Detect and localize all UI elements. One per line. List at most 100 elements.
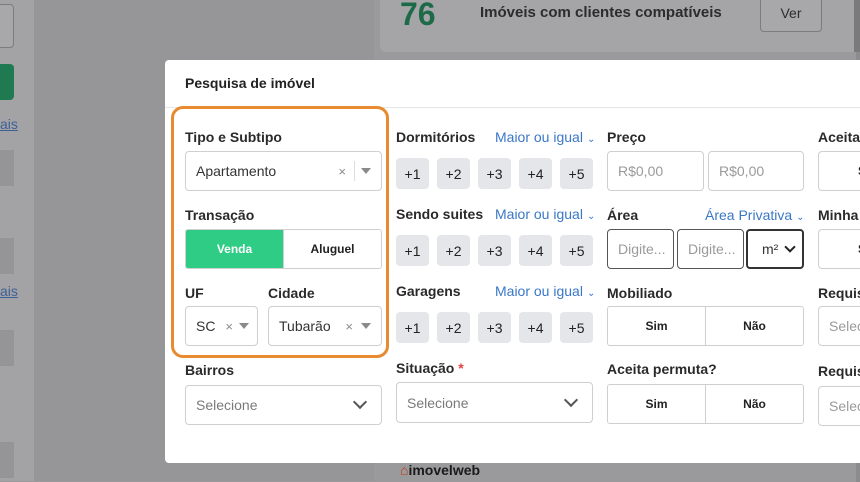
dormitorios-chip-1[interactable]: +1 xyxy=(396,158,429,189)
chevron-down-icon[interactable] xyxy=(563,392,579,407)
suites-chip-5[interactable]: +5 xyxy=(560,235,593,266)
col4-requisito2-label: Requis xyxy=(818,363,860,379)
dormitorios-comparator-text: Maior ou igual xyxy=(495,129,583,145)
dropdown-triangle-icon[interactable] xyxy=(361,168,371,174)
mobiliado-label: Mobiliado xyxy=(607,285,673,301)
background-button-fragment xyxy=(0,64,14,100)
transacao-toggle: Venda Aluguel xyxy=(185,229,382,269)
mobiliado-toggle: Sim Não xyxy=(607,306,804,346)
property-search-modal: Pesquisa de imóvel Tipo e Subtipo Aparta… xyxy=(165,60,860,463)
cidade-label: Cidade xyxy=(268,285,315,301)
ver-button: Ver xyxy=(760,0,822,32)
clear-x-icon[interactable]: × xyxy=(338,164,346,179)
modal-title: Pesquisa de imóvel xyxy=(185,75,315,91)
dropdown-triangle-icon[interactable] xyxy=(361,323,371,329)
garagens-label: Garagens xyxy=(396,283,461,299)
dormitorios-chip-2[interactable]: +2 xyxy=(437,158,470,189)
imovelweb-logo: ⌂imovelweb xyxy=(400,462,480,478)
area-unit-value: m² xyxy=(762,241,779,257)
garagens-chip-3[interactable]: +3 xyxy=(478,312,511,343)
area-type-text: Área Privativa xyxy=(705,207,793,223)
col4-minha-label: Minha c xyxy=(818,207,860,223)
dormitorios-comparator[interactable]: Maior ou igual ⌄ xyxy=(495,129,595,145)
suites-chip-1[interactable]: +1 xyxy=(396,235,429,266)
area-unit-select[interactable]: m² xyxy=(746,229,804,269)
background-row-fragment xyxy=(0,238,14,274)
preco-label: Preço xyxy=(607,129,646,145)
caret-down-icon: ⌄ xyxy=(586,134,596,145)
situacao-select[interactable]: Selecione xyxy=(396,382,593,423)
preco-max-input[interactable]: R$0,00 xyxy=(708,151,804,191)
col4-requisito-label: Requis xyxy=(818,285,860,301)
select-separator xyxy=(354,161,355,181)
dormitorios-label: Dormitórios xyxy=(396,129,476,145)
background-row-fragment xyxy=(0,442,14,478)
background-left-column: ais ais xyxy=(0,0,34,481)
garagens-chip-4[interactable]: +4 xyxy=(519,312,552,343)
caret-down-icon: ⌄ xyxy=(796,212,805,223)
background-row-fragment xyxy=(0,150,14,186)
bairros-placeholder: Selecione xyxy=(196,397,258,413)
dropdown-triangle-icon[interactable] xyxy=(239,323,249,329)
clear-x-icon[interactable]: × xyxy=(345,319,353,334)
background-scrollbar xyxy=(854,0,860,52)
area-max-input[interactable]: Digite... xyxy=(677,229,744,269)
tipo-subtipo-value: Apartamento xyxy=(196,163,277,179)
suites-comparator-text: Maior ou igual xyxy=(495,206,583,222)
suites-chip-2[interactable]: +2 xyxy=(437,235,470,266)
col4-requisito-select[interactable]: Selec xyxy=(818,306,860,346)
col4-minha-toggle[interactable]: S xyxy=(818,229,860,269)
caret-down-icon: ⌄ xyxy=(586,211,596,222)
clear-x-icon[interactable]: × xyxy=(225,319,233,334)
area-type-dropdown[interactable]: Área Privativa ⌄ xyxy=(705,207,805,223)
transacao-label: Transação xyxy=(185,207,255,223)
garagens-chip-1[interactable]: +1 xyxy=(396,312,429,343)
transacao-aluguel-button[interactable]: Aluguel xyxy=(283,230,381,268)
aceita-permuta-toggle: Sim Não xyxy=(607,384,804,424)
cidade-value: Tubarão xyxy=(279,318,331,334)
background-row-fragment xyxy=(0,330,14,366)
dormitorios-chip-5[interactable]: +5 xyxy=(560,158,593,189)
cidade-select[interactable]: Tubarão × xyxy=(268,306,382,346)
chevron-down-icon[interactable] xyxy=(352,394,368,410)
transacao-venda-button[interactable]: Venda xyxy=(186,230,283,268)
required-mark: * xyxy=(458,360,464,376)
bairros-select[interactable]: Selecione xyxy=(185,385,382,425)
summary-count: 76 xyxy=(400,0,436,32)
aceita-permuta-nao-button[interactable]: Não xyxy=(705,385,803,423)
mobiliado-sim-button[interactable]: Sim xyxy=(608,307,705,345)
suites-label: Sendo suites xyxy=(396,206,484,222)
garagens-chip-2[interactable]: +2 xyxy=(437,312,470,343)
col4-requisito2-select[interactable]: Selec xyxy=(818,386,860,426)
situacao-placeholder: Selecione xyxy=(407,394,469,411)
mobiliado-nao-button[interactable]: Não xyxy=(705,307,803,345)
suites-chip-4[interactable]: +4 xyxy=(519,235,552,266)
aceita-permuta-sim-button[interactable]: Sim xyxy=(608,385,705,423)
col4-aceita-toggle[interactable]: S xyxy=(818,151,860,191)
uf-select[interactable]: SC × xyxy=(185,306,258,346)
tipo-subtipo-label: Tipo e Subtipo xyxy=(185,129,282,145)
chevron-down-icon xyxy=(784,241,796,253)
preco-min-input[interactable]: R$0,00 xyxy=(607,151,704,191)
aceita-permuta-label: Aceita permuta? xyxy=(607,361,717,377)
background-link: ais xyxy=(0,116,18,132)
area-label: Área xyxy=(607,207,639,223)
caret-down-icon: ⌄ xyxy=(586,288,596,299)
summary-label: Imóveis com clientes compatíveis xyxy=(480,4,722,21)
suites-chip-3[interactable]: +3 xyxy=(478,235,511,266)
suites-comparator[interactable]: Maior ou igual ⌄ xyxy=(495,206,595,222)
uf-value: SC xyxy=(196,318,216,334)
tipo-subtipo-select[interactable]: Apartamento × xyxy=(185,151,382,191)
col4-aceita-label: Aceita xyxy=(818,129,860,145)
dormitorios-chip-3[interactable]: +3 xyxy=(478,158,511,189)
dormitorios-chip-4[interactable]: +4 xyxy=(519,158,552,189)
garagens-comparator[interactable]: Maior ou igual ⌄ xyxy=(495,283,595,299)
situacao-label: Situação * xyxy=(396,360,464,376)
garagens-chip-5[interactable]: +5 xyxy=(560,312,593,343)
garagens-comparator-text: Maior ou igual xyxy=(495,283,583,299)
bairros-label: Bairros xyxy=(185,362,235,378)
logo-suffix: web xyxy=(452,462,481,478)
area-min-input[interactable]: Digite... xyxy=(607,229,674,269)
background-input-fragment xyxy=(0,4,14,48)
uf-label: UF xyxy=(185,285,204,301)
